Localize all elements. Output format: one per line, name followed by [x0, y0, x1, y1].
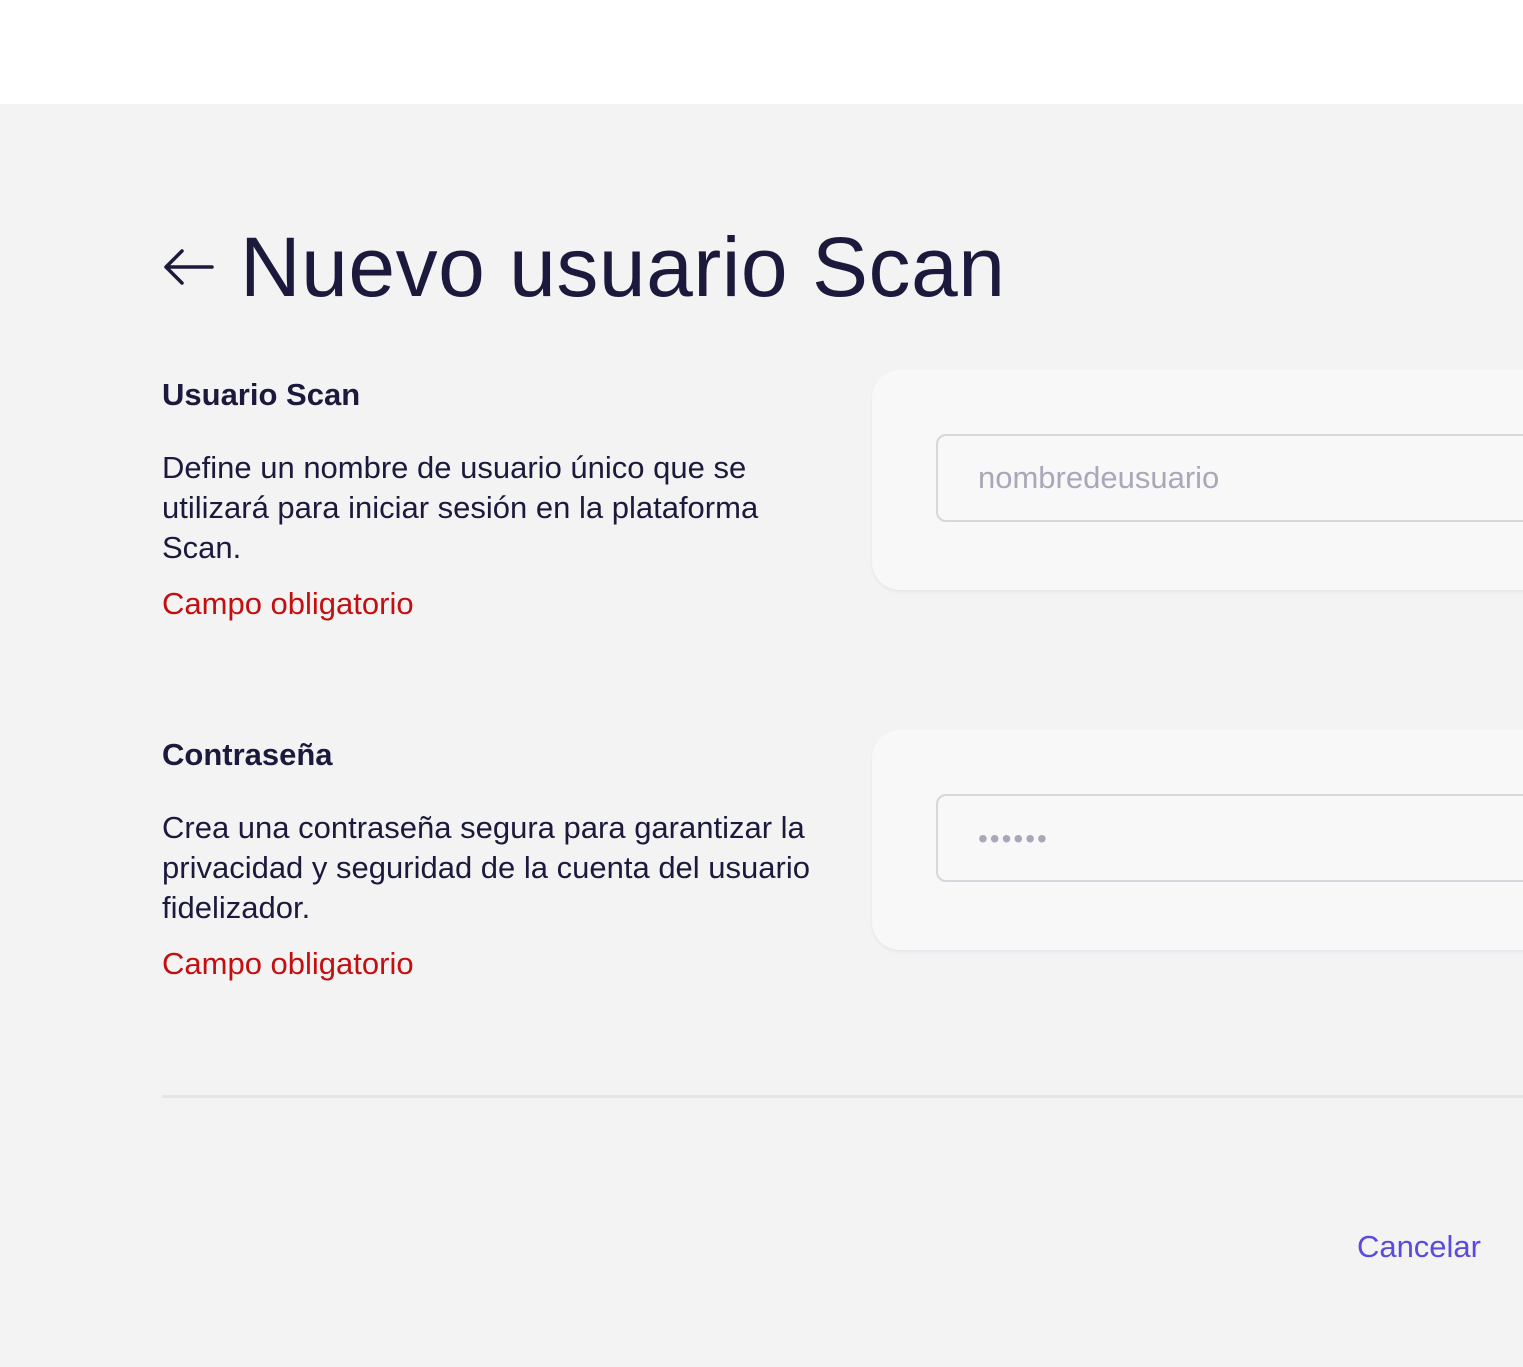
username-input[interactable]: [936, 434, 1523, 522]
password-section-description: Crea una contraseña segura para garantiz…: [162, 810, 810, 925]
password-card: [872, 730, 1523, 950]
back-button[interactable]: [162, 237, 222, 297]
username-section-title: Usuario Scan: [162, 377, 361, 412]
page-header: Nuevo usuario Scan: [162, 222, 1005, 312]
password-section-title: Contraseña: [162, 737, 333, 772]
password-input[interactable]: [936, 794, 1523, 882]
password-info: Contraseña Crea una contraseña segura pa…: [162, 736, 842, 984]
main-content: Nuevo usuario Scan Usuario Scan Define u…: [0, 104, 1523, 1367]
password-required-text: Campo obligatorio: [162, 946, 414, 981]
footer-divider: [162, 1095, 1523, 1098]
top-bar: [0, 0, 1523, 104]
arrow-left-icon: [164, 249, 214, 285]
username-required-text: Campo obligatorio: [162, 586, 414, 621]
username-info: Usuario Scan Define un nombre de usuario…: [162, 376, 842, 624]
page-title: Nuevo usuario Scan: [240, 220, 1006, 314]
username-card: [872, 370, 1523, 590]
username-section-description: Define un nombre de usuario único que se…: [162, 450, 759, 565]
cancel-button[interactable]: Cancelar: [1357, 1229, 1481, 1265]
